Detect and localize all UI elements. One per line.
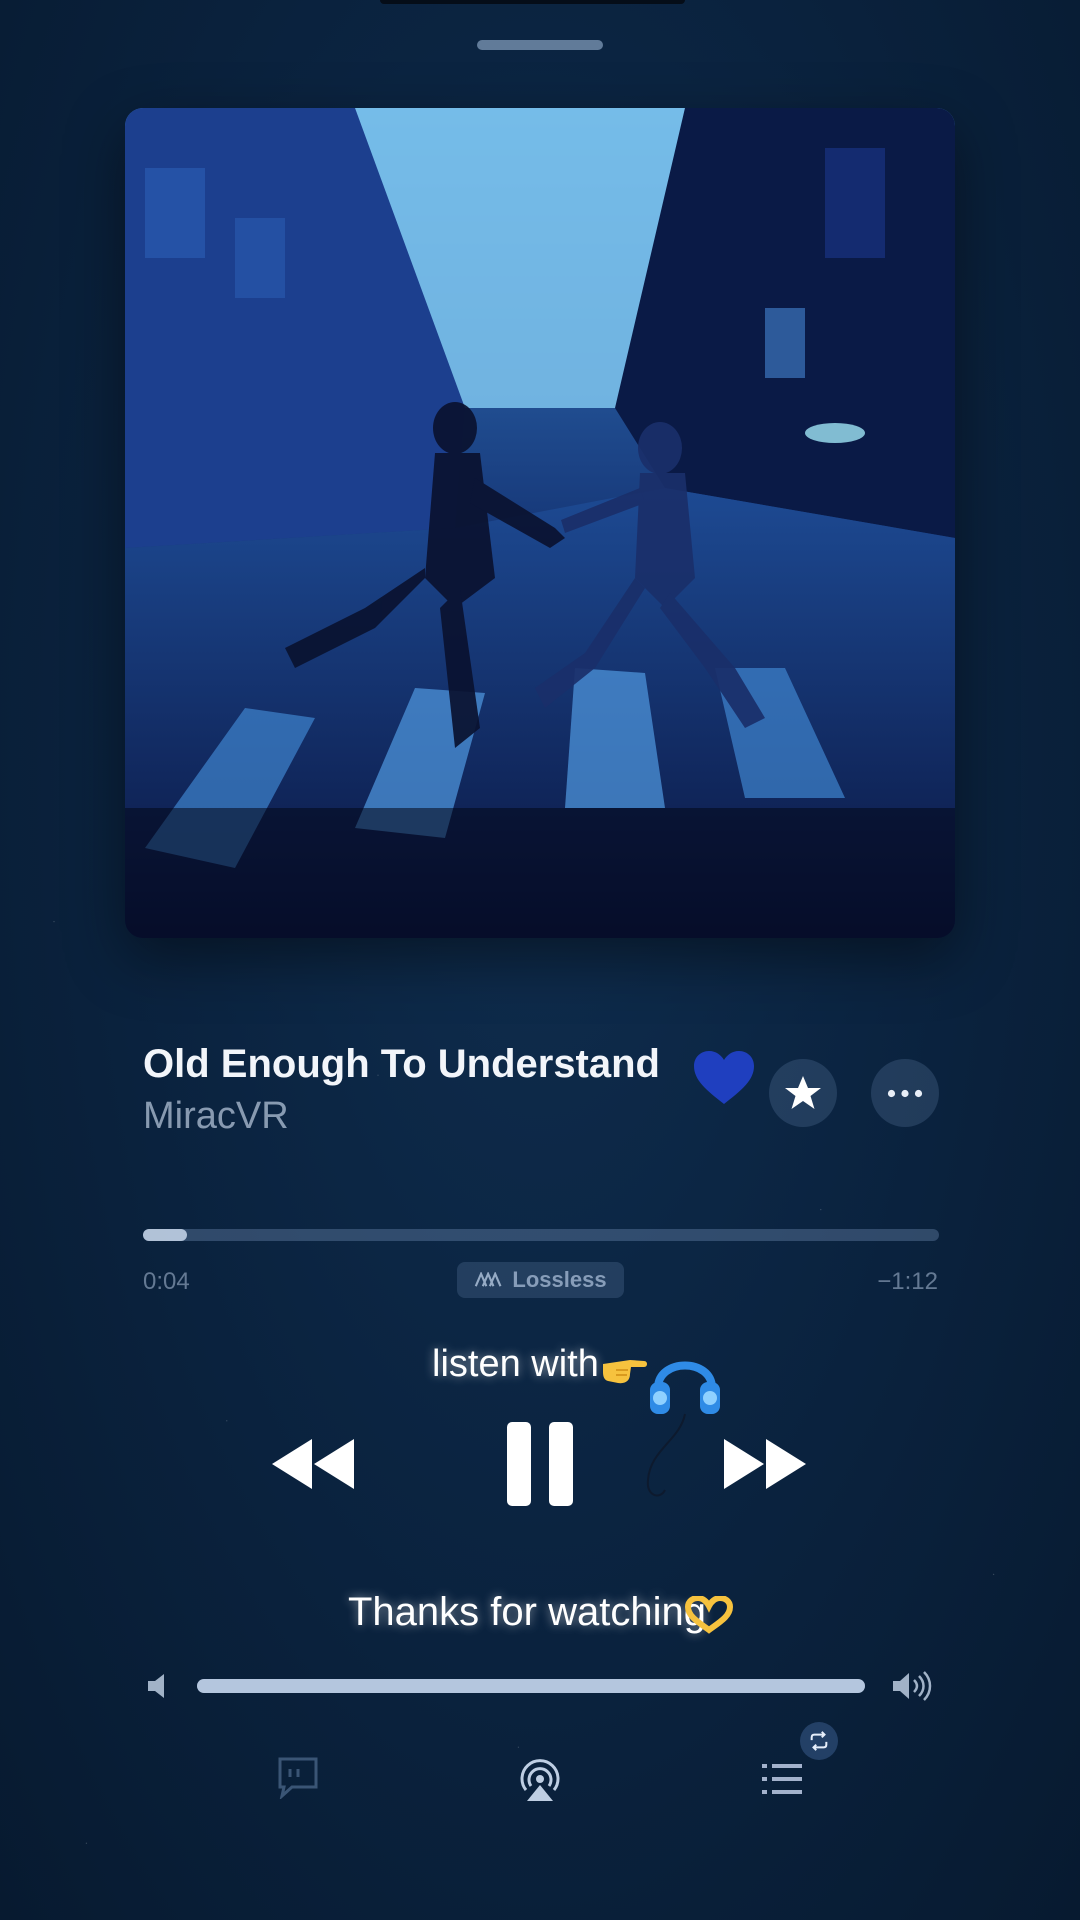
airplay-button[interactable]	[517, 1757, 563, 1803]
thanks-caption: Thanks for watching	[348, 1590, 706, 1634]
forward-icon	[724, 1439, 806, 1489]
playback-progress-bar[interactable]	[143, 1229, 939, 1241]
headphones-icon	[646, 1361, 720, 1497]
queue-button[interactable]	[760, 1760, 804, 1798]
forward-button[interactable]	[722, 1437, 808, 1491]
lyrics-button[interactable]	[276, 1755, 320, 1801]
repeat-indicator[interactable]	[800, 1722, 838, 1760]
queue-icon	[762, 1764, 802, 1794]
volume-slider[interactable]	[197, 1679, 865, 1693]
listen-with-caption: listen with	[432, 1343, 599, 1385]
star-icon	[785, 1076, 821, 1109]
progress-fill	[143, 1229, 187, 1241]
song-title[interactable]: Old Enough To Understand	[143, 1042, 703, 1087]
rewind-button[interactable]	[270, 1437, 356, 1491]
screen-top-edge	[380, 0, 685, 4]
volume-low-icon	[148, 1674, 164, 1698]
lossless-badge[interactable]: Lossless	[457, 1262, 624, 1298]
album-artwork-image	[125, 108, 955, 938]
ellipsis-icon	[887, 1089, 923, 1097]
more-options-button[interactable]	[871, 1059, 939, 1127]
sheet-grabber[interactable]	[477, 40, 603, 50]
volume-high-icon	[893, 1671, 932, 1701]
artist-name[interactable]: MiracVR	[143, 1095, 289, 1138]
lossless-waveform-icon	[475, 1272, 502, 1287]
remaining-time: −1:12	[877, 1268, 938, 1295]
favorite-heart-icon[interactable]	[692, 1050, 756, 1106]
volume-fill	[197, 1679, 865, 1693]
heart-hands-icon	[684, 1596, 734, 1634]
repeat-icon	[810, 1731, 828, 1751]
pause-icon	[507, 1422, 573, 1506]
elapsed-time: 0:04	[143, 1268, 190, 1295]
airplay-icon	[520, 1759, 560, 1801]
album-artwork	[125, 108, 955, 938]
lossless-label: Lossless	[512, 1267, 607, 1292]
lyrics-icon	[278, 1757, 318, 1801]
backward-icon	[272, 1439, 354, 1489]
pause-button[interactable]	[505, 1420, 575, 1508]
star-button[interactable]	[769, 1059, 837, 1127]
